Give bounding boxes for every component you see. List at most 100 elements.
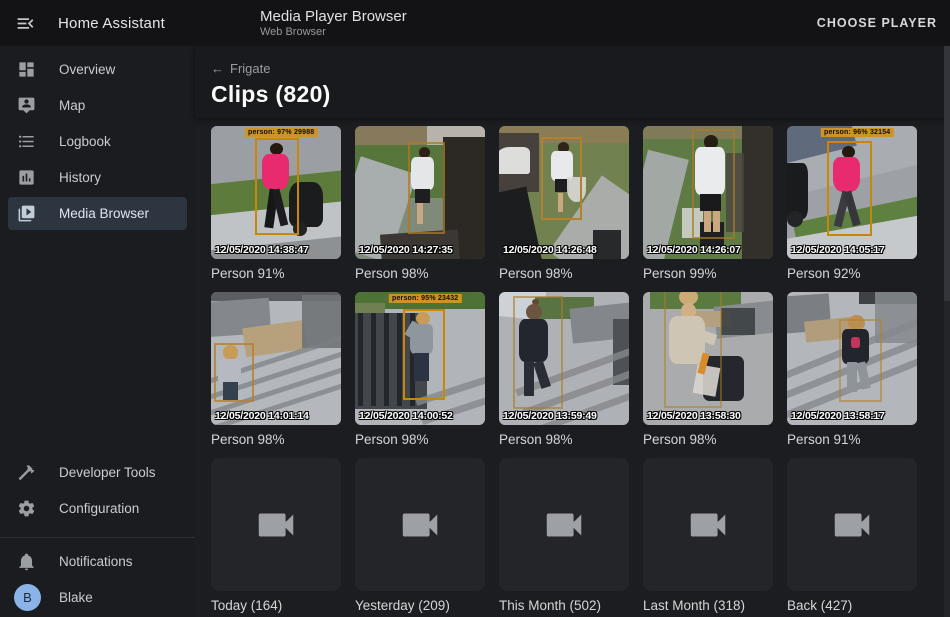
sidebar-item-label: Notifications <box>59 554 133 569</box>
detection-bounding-box <box>214 343 254 403</box>
folder-tile <box>787 458 917 591</box>
clip-thumbnail: 12/05/2020 13:58:17 <box>787 292 917 425</box>
menu-open-icon[interactable] <box>13 11 37 35</box>
sidebar-item-label: Blake <box>59 590 93 605</box>
main-content: ← Frigate Clips (820) person: 97% 29988 1… <box>195 46 950 617</box>
clip-label: Person 98% <box>355 266 485 281</box>
timestamp-overlay: 12/05/2020 14:00:52 <box>359 410 453 422</box>
clip-card[interactable]: person: 95% 2343212/05/2020 14:00:52Pers… <box>355 292 485 447</box>
detection-bounding-box <box>513 296 563 409</box>
clip-thumbnail: 12/05/2020 13:58:30 <box>643 292 773 425</box>
sidebar-item-label: History <box>59 170 101 185</box>
topbar-left: Home Assistant <box>0 11 195 35</box>
hammer-icon <box>17 463 41 483</box>
sidebar-divider <box>0 537 195 538</box>
sidebar-item-profile[interactable]: B Blake <box>8 581 187 614</box>
detection-bounding-box <box>403 309 445 399</box>
clip-label: Person 98% <box>499 432 629 447</box>
folder-card[interactable]: Last Month (318) <box>643 458 773 613</box>
scene-shape <box>371 313 376 406</box>
clip-label: Person 98% <box>643 432 773 447</box>
detection-bounding-box <box>839 319 882 403</box>
timestamp-overlay: 12/05/2020 14:26:48 <box>503 244 597 256</box>
choose-player-button[interactable]: CHOOSE PLAYER <box>817 16 937 30</box>
sidebar-item-media-browser[interactable]: Media Browser <box>8 197 187 230</box>
video-camera-icon <box>541 502 587 548</box>
timestamp-overlay: 12/05/2020 13:58:17 <box>791 410 885 422</box>
folder-label: Last Month (318) <box>643 598 773 613</box>
scene-shape <box>384 313 389 406</box>
clips-grid-area: person: 97% 29988 12/05/2020 14:38:47 Pers… <box>195 118 950 617</box>
timestamp-overlay: 12/05/2020 13:58:30 <box>647 410 741 422</box>
sidebar-spacer <box>0 233 195 456</box>
detection-chip: person: 97% 29988 <box>245 128 317 137</box>
sidebar-item-configuration[interactable]: Configuration <box>8 492 187 525</box>
scene-shape <box>499 147 530 174</box>
sidebar-item-developer-tools[interactable]: Developer Tools <box>8 456 187 489</box>
detection-bounding-box <box>255 138 299 235</box>
sidebar-item-notifications[interactable]: Notifications <box>8 545 187 578</box>
detection-chip: person: 96% 32154 <box>821 128 893 137</box>
video-camera-icon <box>685 502 731 548</box>
scene-shape <box>358 313 363 406</box>
clip-label: Person 98% <box>211 432 341 447</box>
folder-card[interactable]: This Month (502) <box>499 458 629 613</box>
detection-chip: person: 95% 23432 <box>389 294 461 303</box>
clip-label: Person 98% <box>499 266 629 281</box>
clip-card[interactable]: 12/05/2020 14:01:14Person 98% <box>211 292 341 447</box>
clip-card[interactable]: 12/05/2020 14:26:07 Person 99% <box>643 126 773 281</box>
scrollbar-thumb[interactable] <box>944 46 950 301</box>
timestamp-overlay: 12/05/2020 14:27:35 <box>359 244 453 256</box>
bell-icon <box>17 552 41 572</box>
clip-card[interactable]: 12/05/2020 14:27:35 Person 98% <box>355 126 485 281</box>
clip-card[interactable]: 12/05/2020 14:26:48 Person 98% <box>499 126 629 281</box>
clip-label: Person 99% <box>643 266 773 281</box>
clip-card[interactable]: person: 96% 32154 12/05/2020 14:05:17 Pers… <box>787 126 917 281</box>
folder-card[interactable]: Back (427) <box>787 458 917 613</box>
page-title: Clips (820) <box>211 81 950 108</box>
sidebar-item-label: Media Browser <box>59 206 149 221</box>
detection-bounding-box <box>664 292 723 408</box>
clip-label: Person 91% <box>211 266 341 281</box>
app-body: Overview Map Logbook History Media Brows… <box>0 46 950 617</box>
sidebar-item-logbook[interactable]: Logbook <box>8 125 187 158</box>
breadcrumb-label: Frigate <box>230 61 270 76</box>
clip-card[interactable]: 12/05/2020 13:58:17Person 91% <box>787 292 917 447</box>
clip-thumbnail: 12/05/2020 14:27:35 <box>355 126 485 259</box>
sidebar-item-history[interactable]: History <box>8 161 187 194</box>
clips-grid: person: 97% 29988 12/05/2020 14:38:47 Pers… <box>211 126 950 613</box>
dashboard-icon <box>17 60 41 80</box>
folder-card[interactable]: Yesterday (209) <box>355 458 485 613</box>
scene-shape <box>721 308 755 335</box>
clip-card[interactable]: 12/05/2020 13:59:49Person 98% <box>499 292 629 447</box>
clip-card[interactable]: person: 97% 29988 12/05/2020 14:38:47 Pers… <box>211 126 341 281</box>
timestamp-overlay: 12/05/2020 14:38:47 <box>215 244 309 256</box>
scene-shape <box>742 126 773 259</box>
clip-card[interactable]: 12/05/2020 13:58:30 Person 98% <box>643 292 773 447</box>
logbook-icon <box>17 132 41 152</box>
sidebar-item-label: Configuration <box>59 501 139 516</box>
scene-shape <box>787 211 803 227</box>
gear-icon <box>17 499 41 519</box>
folder-label: Back (427) <box>787 598 917 613</box>
folder-tile <box>499 458 629 591</box>
folder-tile <box>211 458 341 591</box>
timestamp-overlay: 12/05/2020 14:26:07 <box>647 244 741 256</box>
app-root: Home Assistant Media Player Browser Web … <box>0 0 950 617</box>
folder-card[interactable]: Today (164) <box>211 458 341 613</box>
timestamp-overlay: 12/05/2020 14:05:17 <box>791 244 885 256</box>
app-title: Home Assistant <box>58 15 165 32</box>
sidebar-item-overview[interactable]: Overview <box>8 53 187 86</box>
breadcrumb-back[interactable]: ← Frigate <box>211 46 270 76</box>
clip-label: Person 92% <box>787 266 917 281</box>
folder-tile <box>643 458 773 591</box>
media-browser-icon <box>17 204 41 224</box>
video-camera-icon <box>253 502 299 548</box>
clip-thumbnail: 12/05/2020 14:26:48 <box>499 126 629 259</box>
scene-shape <box>643 149 688 259</box>
clip-thumbnail: person: 96% 32154 12/05/2020 14:05:17 <box>787 126 917 259</box>
detection-bounding-box <box>692 129 735 239</box>
clip-thumbnail: person: 97% 29988 12/05/2020 14:38:47 <box>211 126 341 259</box>
scrollbar[interactable] <box>944 46 950 617</box>
sidebar-item-map[interactable]: Map <box>8 89 187 122</box>
